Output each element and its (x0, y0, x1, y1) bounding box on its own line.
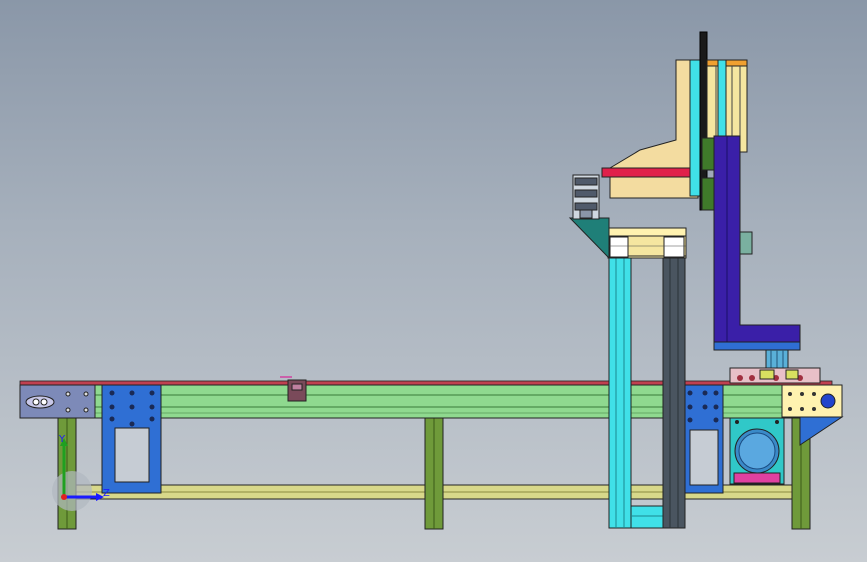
support-plate-right (682, 384, 724, 494)
conveyor-assembly-drawing[interactable]: Y Z (0, 0, 867, 562)
upper-head-cream (601, 59, 701, 199)
drive-motor (729, 417, 785, 485)
arm-purple (713, 135, 801, 351)
bracket-teal (568, 174, 610, 260)
end-plate-right (781, 384, 844, 446)
column-top-plate (607, 227, 687, 259)
column-gray (662, 257, 686, 529)
z-axis-label: Z (103, 488, 110, 499)
fixture (729, 367, 821, 384)
support-plate-left (101, 384, 162, 494)
y-axis-label: Y (58, 434, 66, 445)
nozzle (765, 349, 789, 369)
origin-point (61, 494, 67, 500)
cad-viewport[interactable]: Y Z (0, 0, 867, 562)
conveyor-end-cap-left (19, 384, 96, 419)
